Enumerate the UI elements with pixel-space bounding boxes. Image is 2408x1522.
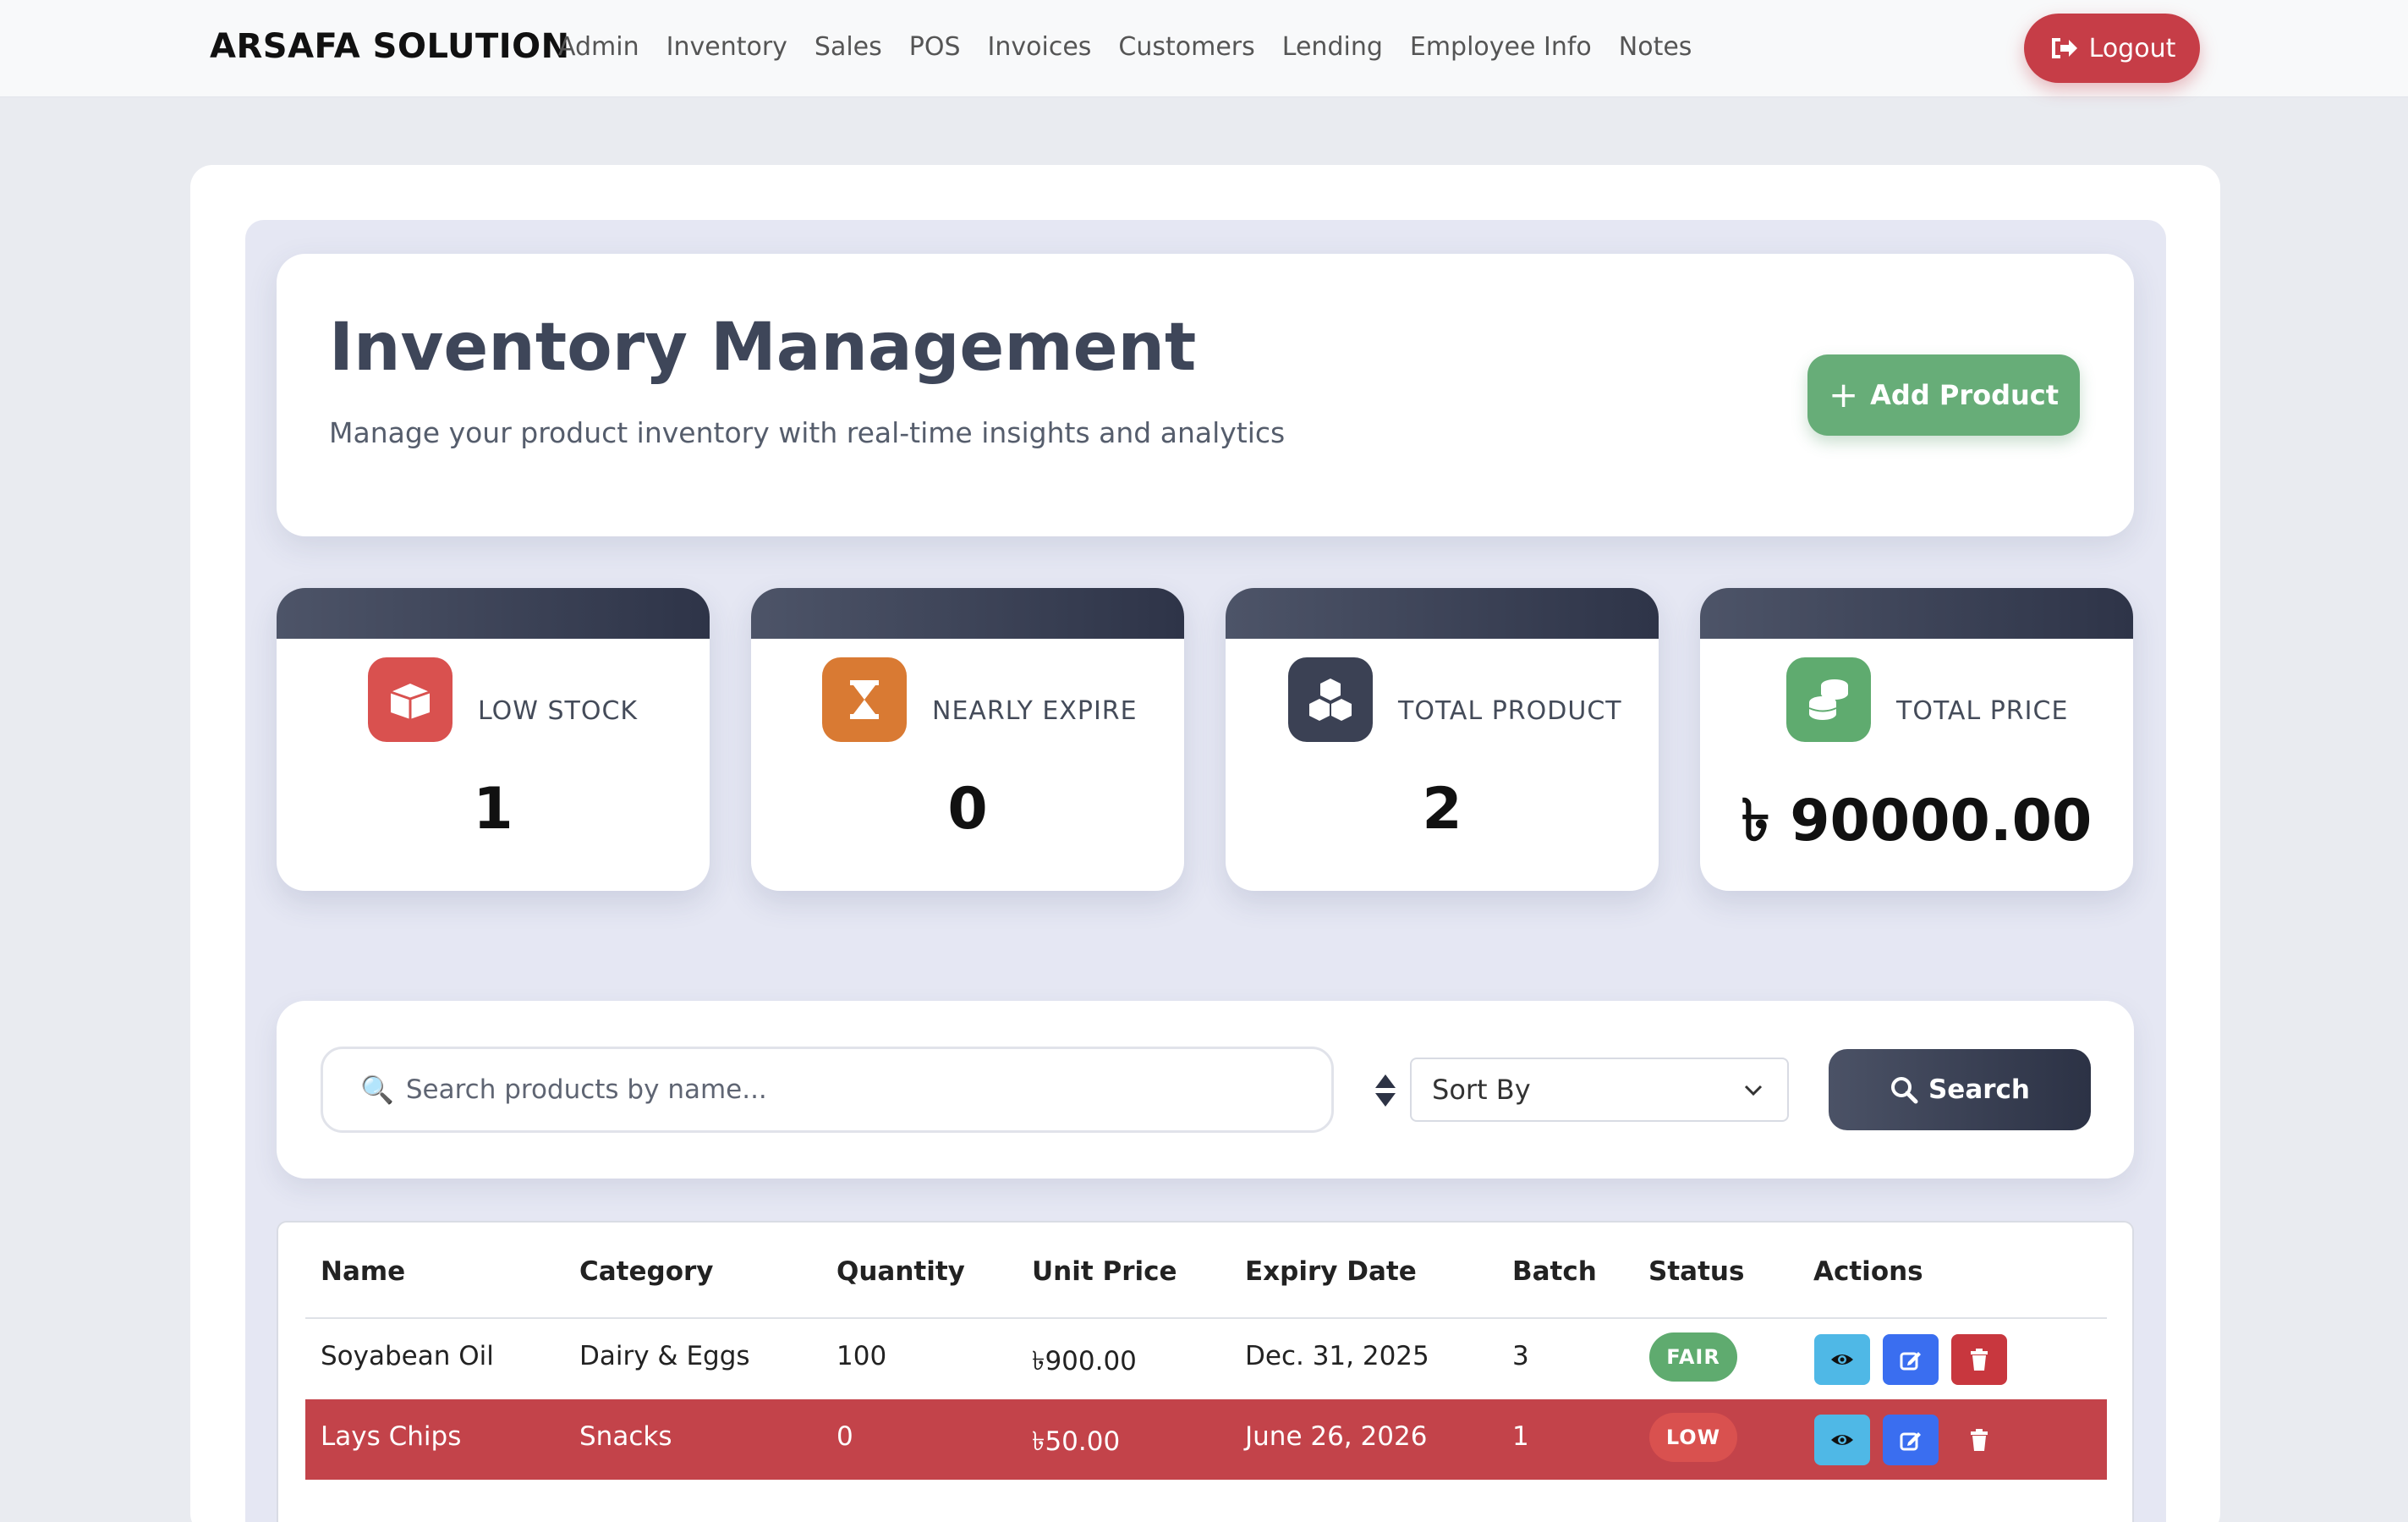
cell-unit-price: ৳50.00	[1032, 1426, 1121, 1457]
cell-category: Snacks	[579, 1421, 672, 1452]
sort-by-select[interactable]: Sort By	[1410, 1058, 1789, 1122]
nav-link-inventory[interactable]: Inventory	[666, 32, 787, 62]
coins-icon	[1786, 657, 1871, 742]
table-header: Name Category Quantity Unit Price Expiry…	[305, 1223, 2107, 1319]
add-product-label: Add Product	[1870, 379, 2060, 411]
stat-card-total-product: TOTAL PRODUCT 2	[1226, 588, 1659, 891]
stat-card-nearly-expire: NEARLY EXPIRE 0	[751, 588, 1184, 891]
nav-link-notes[interactable]: Notes	[1619, 32, 1692, 62]
trash-icon	[1971, 1349, 1988, 1371]
status-badge: LOW	[1649, 1413, 1737, 1462]
column-header-actions: Actions	[1813, 1256, 1923, 1287]
column-header-unit-price[interactable]: Unit Price	[1032, 1256, 1177, 1287]
brand-logo[interactable]: ARSAFA SOLUTION	[210, 27, 570, 66]
cell-batch: 1	[1512, 1421, 1529, 1452]
stat-value: 0	[947, 776, 988, 843]
cell-unit-price: ৳900.00	[1032, 1346, 1137, 1376]
status-badge: FAIR	[1649, 1332, 1737, 1382]
cell-name: Lays Chips	[321, 1421, 462, 1452]
table-row[interactable]: Soyabean Oil Dairy & Eggs 100 ৳900.00 De…	[305, 1319, 2107, 1399]
view-button[interactable]	[1814, 1415, 1870, 1465]
plus-icon: +	[1828, 374, 1859, 415]
page-subtitle: Manage your product inventory with real-…	[329, 416, 1286, 449]
nav-link-sales[interactable]: Sales	[815, 32, 882, 62]
cell-category: Dairy & Eggs	[579, 1341, 750, 1371]
nav-link-employee-info[interactable]: Employee Info	[1410, 32, 1592, 62]
cell-expiry-date: Dec. 31, 2025	[1245, 1341, 1429, 1371]
search-icon	[1890, 1077, 1918, 1104]
column-header-name[interactable]: Name	[321, 1256, 405, 1287]
cell-quantity: 100	[836, 1341, 887, 1371]
edit-button[interactable]	[1883, 1415, 1939, 1465]
stat-value: 2	[1422, 776, 1462, 843]
stat-label: LOW STOCK	[478, 696, 639, 726]
search-input-wrapper[interactable]: 🔍	[321, 1047, 1334, 1133]
cell-quantity: 0	[836, 1421, 853, 1452]
column-header-category[interactable]: Category	[579, 1256, 714, 1287]
column-header-status[interactable]: Status	[1648, 1256, 1744, 1287]
cell-name: Soyabean Oil	[321, 1341, 494, 1371]
stat-card-band	[1700, 588, 2133, 639]
logout-button[interactable]: Logout	[2024, 14, 2200, 83]
stat-label: TOTAL PRODUCT	[1398, 696, 1622, 726]
nav-links: Admin Inventory Sales POS Invoices Custo…	[558, 32, 1719, 62]
stat-card-band	[751, 588, 1184, 639]
column-header-quantity[interactable]: Quantity	[836, 1256, 965, 1287]
stat-card-low-stock: LOW STOCK 1	[277, 588, 710, 891]
view-button[interactable]	[1814, 1334, 1870, 1385]
magnifier-icon: 🔍	[360, 1074, 394, 1106]
stat-value: ৳ 90000.00	[1741, 788, 2093, 854]
inventory-table: Name Category Quantity Unit Price Expiry…	[277, 1221, 2134, 1522]
search-button-label: Search	[1928, 1074, 2030, 1105]
stat-card-band	[277, 588, 710, 639]
trash-icon	[1971, 1429, 1988, 1451]
nav-link-invoices[interactable]: Invoices	[988, 32, 1092, 62]
column-header-expiry-date[interactable]: Expiry Date	[1245, 1256, 1417, 1287]
header-card: Inventory Management Manage your product…	[277, 254, 2134, 536]
eye-icon	[1831, 1354, 1853, 1365]
eye-icon	[1831, 1435, 1853, 1445]
stat-card-total-price: TOTAL PRICE ৳ 90000.00	[1700, 588, 2133, 891]
nav-link-admin[interactable]: Admin	[558, 32, 639, 62]
sort-by-value: Sort By	[1432, 1074, 1531, 1106]
box-open-icon	[368, 657, 453, 742]
logout-label: Logout	[2088, 33, 2176, 63]
hourglass-icon	[822, 657, 907, 742]
nav-link-customers[interactable]: Customers	[1118, 32, 1254, 62]
search-card: 🔍 Sort By Search	[277, 1001, 2134, 1179]
table-row[interactable]: Lays Chips Snacks 0 ৳50.00 June 26, 2026…	[305, 1399, 2107, 1480]
search-button[interactable]: Search	[1829, 1049, 2091, 1130]
sort-icon	[1375, 1074, 1396, 1107]
cell-batch: 3	[1512, 1341, 1529, 1371]
sign-out-icon	[2051, 38, 2077, 58]
add-product-button[interactable]: + Add Product	[1807, 354, 2080, 436]
cubes-icon	[1288, 657, 1373, 742]
stat-label: TOTAL PRICE	[1896, 696, 2069, 726]
page-title: Inventory Management	[329, 310, 1197, 386]
stat-value: 1	[473, 776, 513, 843]
edit-icon	[1900, 1352, 1921, 1371]
cell-expiry-date: June 26, 2026	[1245, 1421, 1428, 1452]
delete-button[interactable]	[1951, 1334, 2007, 1385]
edit-icon	[1900, 1432, 1921, 1451]
nav-link-lending[interactable]: Lending	[1282, 32, 1383, 62]
stat-label: NEARLY EXPIRE	[932, 696, 1138, 726]
edit-button[interactable]	[1883, 1334, 1939, 1385]
column-header-batch[interactable]: Batch	[1512, 1256, 1597, 1287]
nav-link-pos[interactable]: POS	[909, 32, 961, 62]
stat-card-band	[1226, 588, 1659, 639]
chevron-down-icon	[1744, 1085, 1763, 1096]
delete-button[interactable]	[1951, 1415, 2007, 1465]
top-navbar: ARSAFA SOLUTION Admin Inventory Sales PO…	[0, 0, 2408, 97]
search-input[interactable]	[405, 1074, 1294, 1105]
